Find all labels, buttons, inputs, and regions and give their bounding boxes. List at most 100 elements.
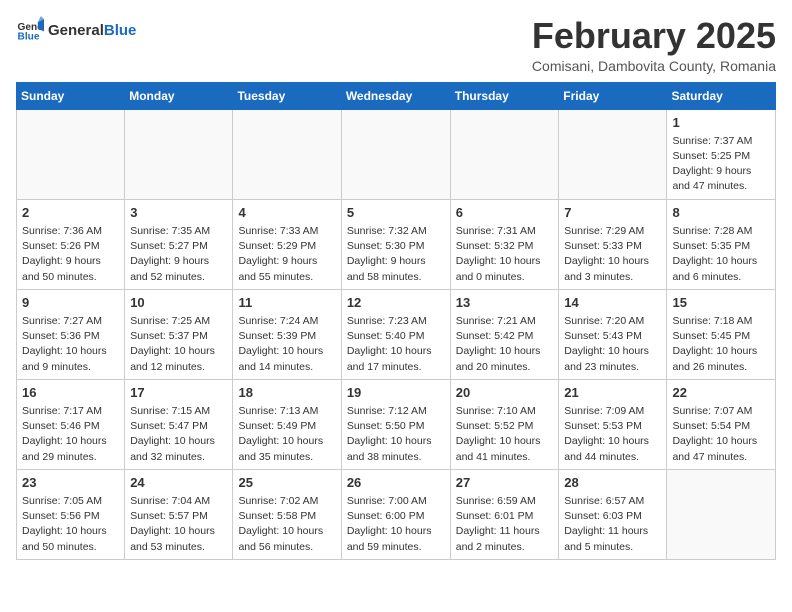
calendar-cell: 13 Sunrise: 7:21 AM Sunset: 5:42 PM Dayli…	[450, 289, 559, 379]
calendar-cell	[17, 109, 125, 199]
day-number: 6	[456, 204, 554, 222]
calendar-cell: 22 Sunrise: 7:07 AM Sunset: 5:54 PM Dayli…	[667, 379, 776, 469]
day-number: 25	[238, 474, 335, 492]
calendar-cell: 17 Sunrise: 7:15 AM Sunset: 5:47 PM Dayli…	[125, 379, 233, 469]
calendar-cell: 19Sunrise: 7:12 AM Sunset: 5:50 PM Dayli…	[341, 379, 450, 469]
day-info: Sunrise: 7:10 AM Sunset: 5:52 PM Dayligh…	[456, 404, 554, 465]
day-number: 22	[672, 384, 770, 402]
weekday-header-tuesday: Tuesday	[233, 82, 341, 109]
day-info: Sunrise: 7:21 AM Sunset: 5:42 PM Dayligh…	[456, 314, 554, 375]
day-info: Sunrise: 7:09 AM Sunset: 5:53 PM Dayligh…	[564, 404, 661, 465]
calendar-cell: 3Sunrise: 7:35 AM Sunset: 5:27 PM Daylig…	[125, 199, 233, 289]
day-number: 15	[672, 294, 770, 312]
calendar-cell: 16 Sunrise: 7:17 AM Sunset: 5:46 PM Dayli…	[17, 379, 125, 469]
day-number: 20	[456, 384, 554, 402]
day-info: Sunrise: 7:00 AM Sunset: 6:00 PM Dayligh…	[347, 494, 445, 555]
day-info: Sunrise: 7:37 AM Sunset: 5:25 PM Dayligh…	[672, 134, 770, 195]
calendar-cell: 10 Sunrise: 7:25 AM Sunset: 5:37 PM Dayli…	[125, 289, 233, 379]
day-number: 21	[564, 384, 661, 402]
calendar-cell: 2 Sunrise: 7:36 AM Sunset: 5:26 PM Daylig…	[17, 199, 125, 289]
calendar-cell: 15 Sunrise: 7:18 AM Sunset: 5:45 PM Dayli…	[667, 289, 776, 379]
calendar-cell: 8 Sunrise: 7:28 AM Sunset: 5:35 PM Daylig…	[667, 199, 776, 289]
day-number: 7	[564, 204, 661, 222]
day-info: Sunrise: 7:17 AM Sunset: 5:46 PM Dayligh…	[22, 404, 119, 465]
calendar-cell: 7 Sunrise: 7:29 AM Sunset: 5:33 PM Daylig…	[559, 199, 667, 289]
day-number: 27	[456, 474, 554, 492]
day-number: 19	[347, 384, 445, 402]
day-info: Sunrise: 7:15 AM Sunset: 5:47 PM Dayligh…	[130, 404, 227, 465]
day-info: Sunrise: 7:36 AM Sunset: 5:26 PM Dayligh…	[22, 224, 119, 285]
month-title: February 2025	[532, 16, 776, 56]
week-row-4: 16 Sunrise: 7:17 AM Sunset: 5:46 PM Dayli…	[17, 379, 776, 469]
day-number: 16	[22, 384, 119, 402]
day-info: Sunrise: 6:59 AM Sunset: 6:01 PM Dayligh…	[456, 494, 554, 555]
day-number: 18	[238, 384, 335, 402]
logo: General Blue GeneralBlue	[16, 16, 136, 44]
calendar-cell	[125, 109, 233, 199]
calendar-cell: 14 Sunrise: 7:20 AM Sunset: 5:43 PM Dayli…	[559, 289, 667, 379]
day-number: 12	[347, 294, 445, 312]
day-info: Sunrise: 7:32 AM Sunset: 5:30 PM Dayligh…	[347, 224, 445, 285]
calendar-table: SundayMondayTuesdayWednesdayThursdayFrid…	[16, 82, 776, 560]
week-row-2: 2 Sunrise: 7:36 AM Sunset: 5:26 PM Daylig…	[17, 199, 776, 289]
calendar-cell	[559, 109, 667, 199]
svg-text:Blue: Blue	[18, 31, 40, 42]
day-info: Sunrise: 7:04 AM Sunset: 5:57 PM Dayligh…	[130, 494, 227, 555]
calendar-cell	[450, 109, 559, 199]
calendar-cell: 12 Sunrise: 7:23 AM Sunset: 5:40 PM Dayli…	[341, 289, 450, 379]
calendar-cell	[233, 109, 341, 199]
day-number: 1	[672, 114, 770, 132]
weekday-header-wednesday: Wednesday	[341, 82, 450, 109]
day-number: 2	[22, 204, 119, 222]
weekday-header-monday: Monday	[125, 82, 233, 109]
logo-general: General	[48, 22, 104, 39]
week-row-5: 23 Sunrise: 7:05 AM Sunset: 5:56 PM Dayli…	[17, 469, 776, 559]
day-number: 9	[22, 294, 119, 312]
day-number: 23	[22, 474, 119, 492]
calendar-cell: 23 Sunrise: 7:05 AM Sunset: 5:56 PM Dayli…	[17, 469, 125, 559]
calendar-cell: 18Sunrise: 7:13 AM Sunset: 5:49 PM Dayli…	[233, 379, 341, 469]
day-info: Sunrise: 7:28 AM Sunset: 5:35 PM Dayligh…	[672, 224, 770, 285]
calendar-cell: 1 Sunrise: 7:37 AM Sunset: 5:25 PM Daylig…	[667, 109, 776, 199]
day-number: 3	[130, 204, 227, 222]
day-info: Sunrise: 6:57 AM Sunset: 6:03 PM Dayligh…	[564, 494, 661, 555]
week-row-1: 1 Sunrise: 7:37 AM Sunset: 5:25 PM Daylig…	[17, 109, 776, 199]
calendar-cell: 27 Sunrise: 6:59 AM Sunset: 6:01 PM Dayli…	[450, 469, 559, 559]
calendar-cell	[667, 469, 776, 559]
day-number: 28	[564, 474, 661, 492]
calendar-cell: 6Sunrise: 7:31 AM Sunset: 5:32 PM Daylig…	[450, 199, 559, 289]
day-number: 24	[130, 474, 227, 492]
week-row-3: 9 Sunrise: 7:27 AM Sunset: 5:36 PM Daylig…	[17, 289, 776, 379]
calendar-cell: 28 Sunrise: 6:57 AM Sunset: 6:03 PM Dayli…	[559, 469, 667, 559]
calendar-cell: 25 Sunrise: 7:02 AM Sunset: 5:58 PM Dayli…	[233, 469, 341, 559]
day-number: 4	[238, 204, 335, 222]
day-info: Sunrise: 7:20 AM Sunset: 5:43 PM Dayligh…	[564, 314, 661, 375]
day-number: 11	[238, 294, 335, 312]
day-number: 17	[130, 384, 227, 402]
day-number: 26	[347, 474, 445, 492]
day-info: Sunrise: 7:07 AM Sunset: 5:54 PM Dayligh…	[672, 404, 770, 465]
day-info: Sunrise: 7:02 AM Sunset: 5:58 PM Dayligh…	[238, 494, 335, 555]
page-header: General Blue GeneralBlue February 2025 C…	[16, 16, 776, 74]
day-number: 8	[672, 204, 770, 222]
calendar-cell	[341, 109, 450, 199]
calendar-cell: 24 Sunrise: 7:04 AM Sunset: 5:57 PM Dayli…	[125, 469, 233, 559]
day-info: Sunrise: 7:27 AM Sunset: 5:36 PM Dayligh…	[22, 314, 119, 375]
day-number: 5	[347, 204, 445, 222]
weekday-header-thursday: Thursday	[450, 82, 559, 109]
day-info: Sunrise: 7:23 AM Sunset: 5:40 PM Dayligh…	[347, 314, 445, 375]
calendar-cell: 4 Sunrise: 7:33 AM Sunset: 5:29 PM Daylig…	[233, 199, 341, 289]
day-number: 13	[456, 294, 554, 312]
logo-blue: Blue	[104, 22, 137, 39]
title-block: February 2025 Comisani, Dambovita County…	[532, 16, 776, 74]
day-info: Sunrise: 7:18 AM Sunset: 5:45 PM Dayligh…	[672, 314, 770, 375]
calendar-cell: 5 Sunrise: 7:32 AM Sunset: 5:30 PM Daylig…	[341, 199, 450, 289]
calendar-cell: 11Sunrise: 7:24 AM Sunset: 5:39 PM Dayli…	[233, 289, 341, 379]
calendar-cell: 9 Sunrise: 7:27 AM Sunset: 5:36 PM Daylig…	[17, 289, 125, 379]
day-number: 14	[564, 294, 661, 312]
day-info: Sunrise: 7:29 AM Sunset: 5:33 PM Dayligh…	[564, 224, 661, 285]
day-info: Sunrise: 7:25 AM Sunset: 5:37 PM Dayligh…	[130, 314, 227, 375]
day-info: Sunrise: 7:33 AM Sunset: 5:29 PM Dayligh…	[238, 224, 335, 285]
day-number: 10	[130, 294, 227, 312]
day-info: Sunrise: 7:05 AM Sunset: 5:56 PM Dayligh…	[22, 494, 119, 555]
